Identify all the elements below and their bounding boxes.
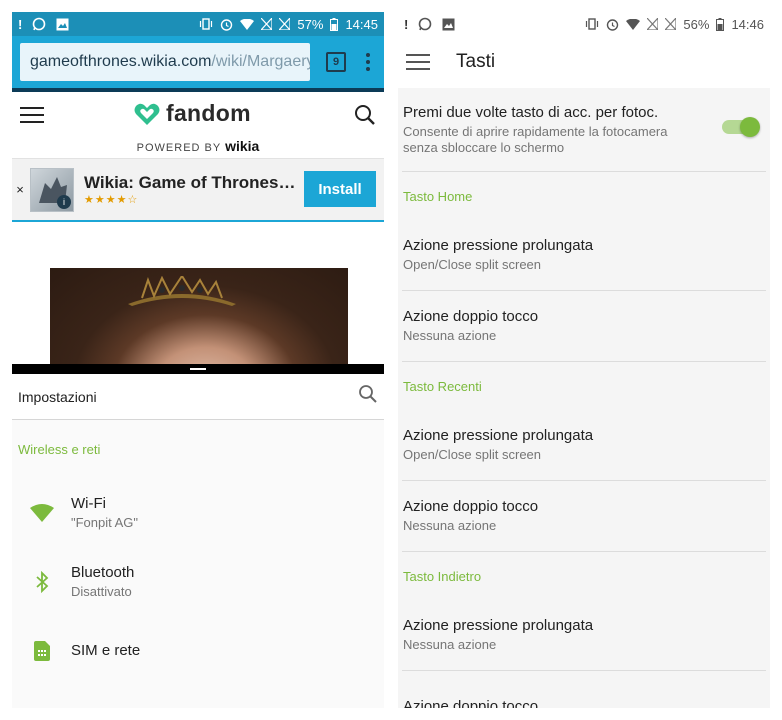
article-content <box>12 222 384 364</box>
settings-item-label: Wi-Fi <box>71 495 106 512</box>
settings-item-bluetooth[interactable]: Bluetooth Disattivato <box>12 547 384 616</box>
back-double-tap-setting[interactable]: Azione doppio tocco <box>402 671 766 708</box>
clock: 14:45 <box>345 16 378 32</box>
search-icon[interactable] <box>354 104 376 131</box>
toggle-knob <box>740 117 760 137</box>
status-bar: ! <box>398 12 770 36</box>
setting-label: Azione pressione prolungata <box>403 237 594 254</box>
fandom-heart-icon <box>134 103 160 125</box>
wifi-signal-icon <box>626 18 641 30</box>
fandom-header: fandom <box>12 92 384 138</box>
setting-label: Azione pressione prolungata <box>403 617 594 634</box>
clock: 14:46 <box>731 16 764 32</box>
settings-toolbar: Impostazioni <box>12 374 384 420</box>
left-split-screen: ! 57% 14:45 gameofthrones.wikia.com /wik… <box>12 12 384 708</box>
screenshot-root: ! 57% 14:45 gameofthrones.wikia.com /wik… <box>0 0 782 720</box>
no-sim-icon <box>261 18 273 30</box>
setting-value: Nessuna azione <box>403 518 497 533</box>
camera-shortcut-toggle[interactable] <box>722 117 760 137</box>
url-path: /wiki/Margaery <box>211 53 310 70</box>
recents-long-press-setting[interactable]: Azione pressione prolungata Open/Close s… <box>402 410 766 481</box>
whatsapp-icon <box>32 17 46 31</box>
status-bar: ! <box>12 12 384 36</box>
app-bar: Tasti <box>398 36 770 88</box>
no-sim-icon <box>647 18 659 30</box>
menu-icon[interactable] <box>406 54 430 70</box>
alert-icon: ! <box>18 16 23 32</box>
install-button[interactable]: Install <box>304 171 376 207</box>
settings-list: Premi due volte tasto di acc. per fotoc.… <box>398 88 770 708</box>
settings-item-partial[interactable] <box>12 685 384 708</box>
divider-handle[interactable] <box>190 368 206 370</box>
close-banner-button[interactable]: × <box>12 182 28 197</box>
powered-prefix: POWERED BY <box>136 142 222 154</box>
settings-item-wifi[interactable]: Wi-Fi "Fonpit AG" <box>12 478 384 547</box>
wifi-signal-icon <box>240 18 255 30</box>
banner-app-title: Wikia: Game of Thrones… <box>84 173 296 192</box>
setting-label: Azione pressione prolungata <box>403 427 594 444</box>
powered-by-wikia: POWERED BY wikia <box>12 138 384 158</box>
back-long-press-setting[interactable]: Azione pressione prolungata Nessuna azio… <box>402 600 766 671</box>
section-header-recents: Tasto Recenti <box>403 378 482 394</box>
alert-icon: ! <box>404 16 409 32</box>
url-domain: gameofthrones.wikia.com <box>30 53 212 70</box>
setting-value: Nessuna azione <box>403 328 497 343</box>
home-long-press-setting[interactable]: Azione pressione prolungata Open/Close s… <box>402 220 766 291</box>
article-photo[interactable] <box>50 268 348 364</box>
vibrate-icon <box>585 18 599 30</box>
tab-switcher-button[interactable]: 9 <box>326 52 346 72</box>
wifi-icon <box>12 503 71 522</box>
crown-icon <box>128 276 236 306</box>
section-header-home: Tasto Home <box>403 188 473 204</box>
setting-value: Open/Close split screen <box>403 447 542 462</box>
setting-value: Nessuna azione <box>403 637 497 652</box>
setting-label: Azione doppio tocco <box>403 698 539 708</box>
recents-double-tap-setting[interactable]: Azione doppio tocco Nessuna azione <box>402 481 766 552</box>
section-header-wireless: Wireless e reti <box>18 441 101 457</box>
settings-item-sub: "Fonpit AG" <box>71 515 139 530</box>
vibrate-icon <box>199 18 213 30</box>
settings-search-icon[interactable] <box>358 384 378 409</box>
split-screen-divider[interactable] <box>12 364 384 374</box>
rating-stars: ★★★★☆ <box>84 194 139 206</box>
settings-item-label: Bluetooth <box>71 564 135 581</box>
battery-percent: 57% <box>297 16 324 32</box>
wikia-brand: wikia <box>225 138 260 154</box>
url-field[interactable]: gameofthrones.wikia.com/wiki/Margaery <box>20 43 310 81</box>
settings-title: Impostazioni <box>18 388 97 405</box>
whatsapp-icon <box>418 17 432 31</box>
overflow-menu-icon[interactable] <box>360 53 376 71</box>
app-install-banner: × i Wikia: Game of Thrones… ★★★★☆ Instal… <box>12 158 384 222</box>
alarm-icon <box>220 18 233 31</box>
app-icon: i <box>30 167 74 212</box>
alarm-icon <box>606 18 619 31</box>
right-screen: ! 56% 14:46 Tasti Premi due volte tasto … <box>398 12 770 708</box>
menu-icon[interactable] <box>20 107 44 123</box>
page-title: Tasti <box>456 51 496 72</box>
section-header-back: Tasto Indietro <box>403 568 482 584</box>
setting-label: Premi due volte tasto di acc. per fotoc. <box>403 103 659 121</box>
setting-label: Azione doppio tocco <box>403 308 539 325</box>
settings-item-sim[interactable]: SIM e rete <box>12 616 384 685</box>
no-sim-icon-2 <box>665 18 677 30</box>
browser-toolbar: gameofthrones.wikia.com/wiki/Margaery 9 <box>12 36 384 88</box>
sim-icon <box>12 640 71 661</box>
image-icon <box>442 18 455 31</box>
setting-value: Open/Close split screen <box>403 257 542 272</box>
bluetooth-icon <box>12 570 71 593</box>
battery-icon <box>716 17 725 31</box>
info-icon: i <box>57 194 71 209</box>
settings-item-label: SIM e rete <box>71 642 141 659</box>
fandom-logo[interactable]: fandom <box>134 100 251 127</box>
fandom-logo-text: fandom <box>166 100 251 126</box>
setting-description: Consente di aprire rapidamente la fotoca… <box>403 123 668 155</box>
image-icon <box>56 18 69 31</box>
battery-percent: 56% <box>683 16 710 32</box>
double-press-camera-setting[interactable]: Premi due volte tasto di acc. per fotoc.… <box>402 88 766 172</box>
home-double-tap-setting[interactable]: Azione doppio tocco Nessuna azione <box>402 291 766 362</box>
battery-icon <box>330 17 339 31</box>
setting-label: Azione doppio tocco <box>403 498 539 515</box>
no-sim-icon-2 <box>279 18 291 30</box>
settings-item-sub: Disattivato <box>71 584 132 599</box>
